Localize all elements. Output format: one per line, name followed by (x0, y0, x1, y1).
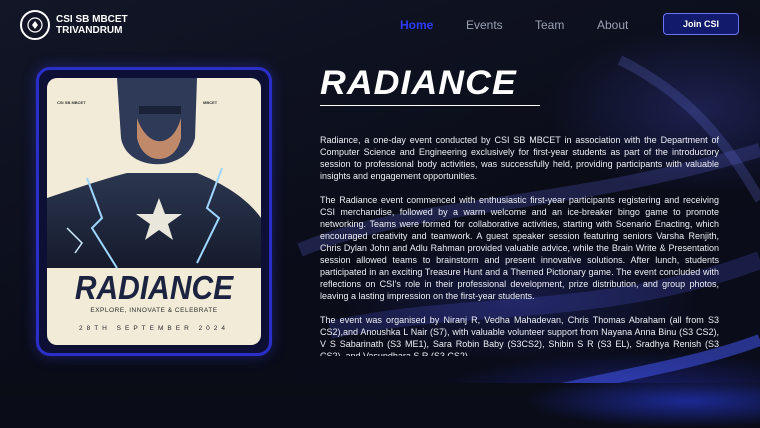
article-paragraph: The Radiance event commenced with enthus… (320, 195, 719, 301)
poster-tagline: EXPLORE, INNOVATE & CELEBRATE (90, 307, 218, 314)
poster-date: 28TH SEPTEMBER 2024 (78, 325, 230, 332)
article-paragraph: The event was organised by Niranj R, Ved… (320, 315, 719, 356)
nav-home[interactable]: Home (400, 18, 433, 32)
csi-logo-icon[interactable] (20, 10, 50, 40)
nav-team[interactable]: Team (535, 18, 564, 32)
article-body: Radiance, a one-day event conducted by C… (320, 134, 719, 356)
top-navbar: CSI SB MBCET TRIVANDRUM Home Events Team… (0, 0, 760, 50)
article-paragraph: Radiance, a one-day event conducted by C… (320, 135, 719, 181)
title-underline (320, 105, 540, 106)
poster-csi-mark: CSI SB MBCET (57, 100, 86, 105)
join-csi-button[interactable]: Join CSI (663, 13, 739, 35)
poster-title: RADIANCE (74, 270, 234, 307)
event-poster[interactable]: CSI SB MBCET MBCET RADIANCE EXPLORE, INN… (47, 78, 261, 345)
brand-line-1: CSI SB MBCET (56, 14, 128, 25)
footer-glow (520, 383, 760, 428)
page-title: RADIANCE (320, 64, 517, 102)
nav-events[interactable]: Events (466, 18, 503, 32)
brand-name: CSI SB MBCET TRIVANDRUM (56, 14, 128, 36)
nav-about[interactable]: About (597, 18, 628, 32)
brand-line-2: TRIVANDRUM (56, 25, 123, 36)
poster-college-mark: MBCET (203, 100, 218, 105)
